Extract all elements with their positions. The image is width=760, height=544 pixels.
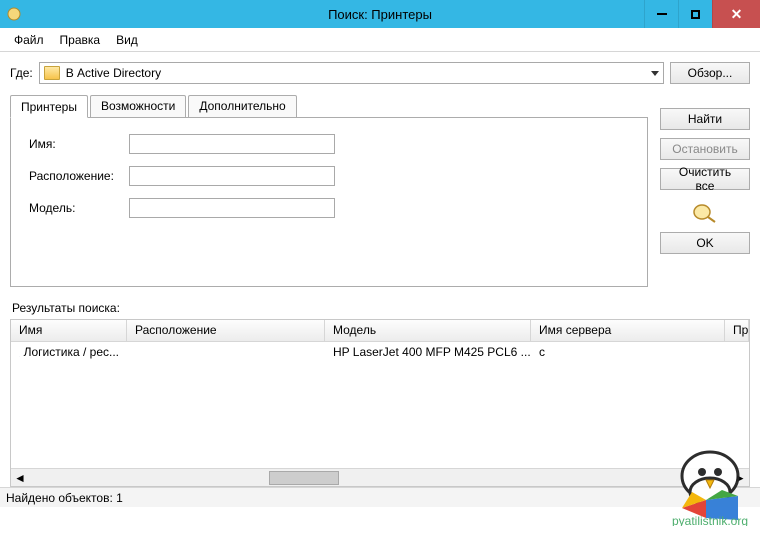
tab-advanced[interactable]: Дополнительно bbox=[188, 95, 296, 118]
cell-server: с bbox=[539, 345, 545, 359]
chevron-down-icon bbox=[651, 71, 659, 76]
scroll-thumb[interactable] bbox=[269, 471, 339, 485]
model-input[interactable] bbox=[129, 198, 335, 218]
tab-body: Имя: Расположение: Модель: bbox=[10, 117, 648, 287]
results-rows: Логистика / рес... HP LaserJet 400 MFP M… bbox=[11, 342, 749, 468]
results-panel: Имя Расположение Модель Имя сервера При … bbox=[10, 319, 750, 487]
window-controls: ✕ bbox=[644, 0, 760, 28]
scroll-left-icon[interactable]: ◄ bbox=[11, 469, 29, 486]
directory-icon bbox=[44, 66, 60, 80]
titlebar: Поиск: Принтеры ✕ bbox=[0, 0, 760, 28]
where-row: Где: В Active Directory Обзор... bbox=[10, 62, 750, 84]
where-value: В Active Directory bbox=[66, 66, 161, 80]
minimize-button[interactable] bbox=[644, 0, 678, 28]
maximize-button[interactable] bbox=[678, 0, 712, 28]
stop-button[interactable]: Остановить bbox=[660, 138, 750, 160]
col-model[interactable]: Модель bbox=[325, 320, 531, 341]
table-row[interactable]: Логистика / рес... HP LaserJet 400 MFP M… bbox=[11, 342, 749, 362]
name-input[interactable] bbox=[129, 134, 335, 154]
cell-model: HP LaserJet 400 MFP M425 PCL6 ... bbox=[333, 345, 531, 359]
status-text: Найдено объектов: 1 bbox=[6, 491, 123, 505]
col-server[interactable]: Имя сервера bbox=[531, 320, 725, 341]
window-title: Поиск: Принтеры bbox=[328, 7, 432, 22]
find-button[interactable]: Найти bbox=[660, 108, 750, 130]
menu-view[interactable]: Вид bbox=[108, 30, 146, 50]
statusbar: Найдено объектов: 1 bbox=[0, 487, 760, 507]
clear-button[interactable]: Очистить все bbox=[660, 168, 750, 190]
col-name[interactable]: Имя bbox=[11, 320, 127, 341]
tab-features[interactable]: Возможности bbox=[90, 95, 186, 118]
location-input[interactable] bbox=[129, 166, 335, 186]
tabstrip: Принтеры Возможности Дополнительно bbox=[10, 95, 648, 118]
cell-name: Логистика / рес... bbox=[24, 345, 119, 359]
magnifier-icon bbox=[691, 202, 719, 224]
printer-icon bbox=[19, 346, 20, 358]
menubar: Файл Правка Вид bbox=[0, 28, 760, 52]
col-location[interactable]: Расположение bbox=[127, 320, 325, 341]
side-buttons: Найти Остановить Очистить все OK bbox=[660, 94, 750, 287]
name-label: Имя: bbox=[29, 137, 129, 151]
where-label: Где: bbox=[10, 66, 33, 80]
app-icon bbox=[6, 6, 22, 22]
scroll-right-icon[interactable]: ► bbox=[731, 469, 749, 486]
model-label: Модель: bbox=[29, 201, 129, 215]
close-button[interactable]: ✕ bbox=[712, 0, 760, 28]
results-header: Имя Расположение Модель Имя сервера При bbox=[11, 320, 749, 342]
browse-button[interactable]: Обзор... bbox=[670, 62, 750, 84]
location-label: Расположение: bbox=[29, 169, 129, 183]
menu-file[interactable]: Файл bbox=[6, 30, 52, 50]
results-label: Результаты поиска: bbox=[12, 301, 748, 315]
where-select[interactable]: В Active Directory bbox=[39, 62, 664, 84]
tab-printers[interactable]: Принтеры bbox=[10, 95, 88, 118]
menu-edit[interactable]: Правка bbox=[52, 30, 109, 50]
tabs-panel: Принтеры Возможности Дополнительно Имя: … bbox=[10, 94, 648, 287]
watermark-text: pyatilistnik.org bbox=[672, 514, 748, 526]
ok-button[interactable]: OK bbox=[660, 232, 750, 254]
col-pri[interactable]: При bbox=[725, 320, 749, 341]
horizontal-scrollbar[interactable]: ◄ ► bbox=[11, 468, 749, 486]
